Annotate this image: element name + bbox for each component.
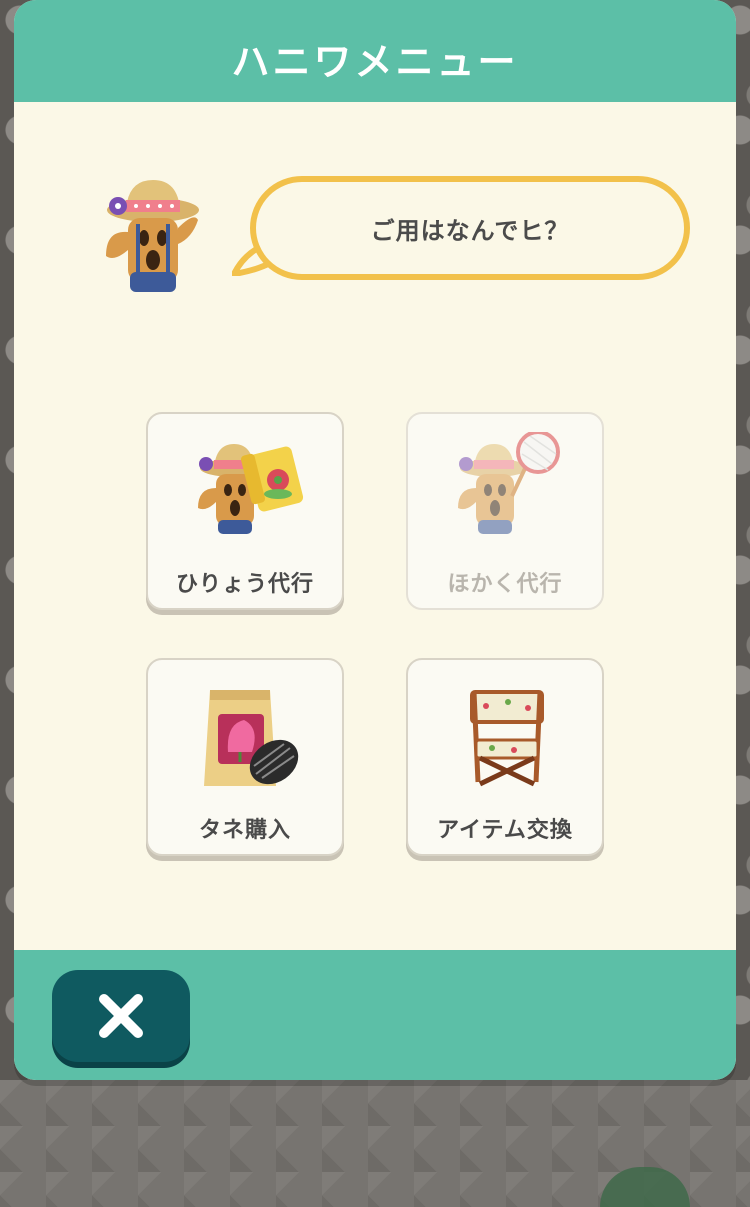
close-icon (99, 994, 143, 1038)
menu-item-label: ひりょう代行 (175, 572, 314, 597)
menu-item-bug-catching-service[interactable]: ほかく代行 (406, 412, 604, 610)
menu-item-label: アイテム交換 (437, 818, 573, 843)
close-button[interactable] (52, 970, 190, 1062)
haniwa-character-icon (106, 180, 199, 292)
menu-item-label: ほかく代行 (447, 572, 563, 597)
seed-packet-icon (204, 690, 299, 786)
menu-item-item-exchange[interactable]: アイテム交換 (406, 658, 604, 856)
menu-item-label: タネ購入 (198, 818, 291, 843)
haniwa-bug-net-icon (458, 432, 560, 534)
menu-item-buy-seeds[interactable]: タネ購入 (146, 658, 344, 856)
folding-chair-icon (470, 690, 544, 787)
haniwa-fertilizer-icon (198, 444, 304, 534)
dialog-footer (14, 950, 736, 1080)
dialog-title: ハニワメニュー (231, 39, 519, 84)
menu-item-fertilizer-service[interactable]: ひりょう代行 (146, 412, 344, 610)
speech-bubble: ご用はなんでヒ？ (250, 176, 690, 280)
dialog-header: ハニワメニュー (14, 0, 736, 102)
haniwa-menu-dialog: ハニワメニュー ご用はなんでヒ？ ひりょう代行 ほかく代行 タネ購入 アイテム交… (14, 0, 736, 1080)
speech-bubble-text: ご用はなんでヒ？ (370, 216, 570, 245)
